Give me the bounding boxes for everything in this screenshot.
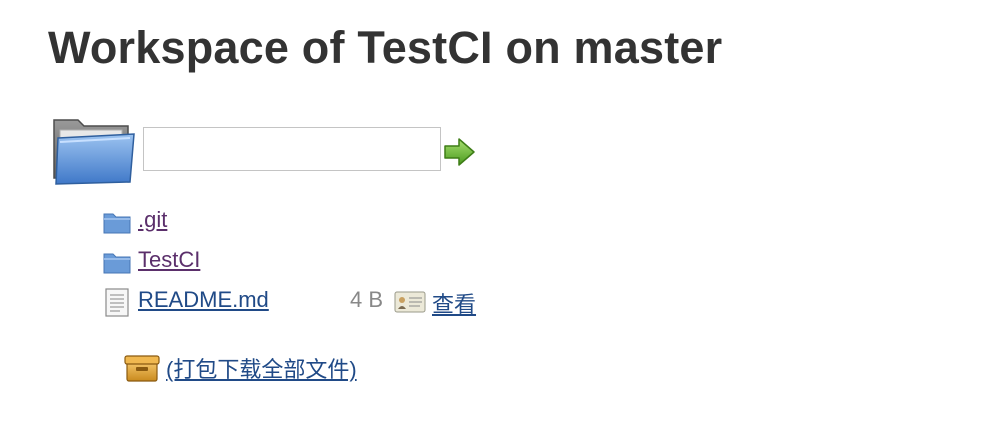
folder-icon: [103, 253, 131, 274]
file-link[interactable]: README.md: [138, 287, 269, 313]
file-size: 4 B: [350, 287, 384, 312]
folder-open-icon: [53, 119, 135, 185]
archive-box-icon: [124, 355, 160, 382]
view-file-icon: [394, 291, 426, 313]
directory-link[interactable]: .git: [138, 207, 167, 233]
folder-icon: [103, 213, 131, 234]
view-file-link[interactable]: 查看: [432, 287, 476, 319]
text-file-icon: [105, 288, 129, 317]
page-title: Workspace of TestCI on master: [48, 22, 723, 73]
path-input[interactable]: [143, 127, 441, 171]
download-all-link[interactable]: (打包下载全部文件): [166, 352, 357, 384]
green-arrow-right-icon[interactable]: [443, 136, 477, 168]
workspace-page: Workspace of TestCI on master .git TestC…: [0, 0, 998, 434]
directory-link[interactable]: TestCI: [138, 247, 200, 273]
path-bar: [50, 112, 490, 188]
